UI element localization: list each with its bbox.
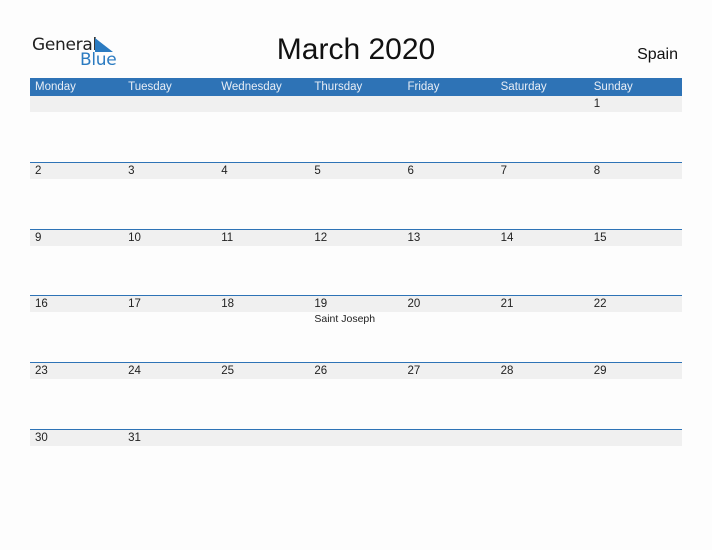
day-cell: 3 [123,163,216,223]
day-cell: 23 [30,363,123,423]
day-cell [403,96,496,156]
weekday-monday: Monday [35,81,76,93]
day-cell: 30 [30,430,123,490]
day-number: 4 [221,165,228,177]
day-cell: 11 [216,230,309,290]
day-cell [589,430,682,490]
day-cell [496,96,589,156]
day-number: 30 [35,432,48,444]
day-cell: 14 [496,230,589,290]
day-cell [496,430,589,490]
day-cell: 26 [309,363,402,423]
day-cell: 1 [589,96,682,156]
weekday-saturday: Saturday [500,81,547,93]
day-cell: 29 [589,363,682,423]
day-number: 13 [407,232,421,244]
weekday-friday: Friday [407,81,440,93]
day-cell: 5 [309,163,402,223]
day-cell: 20 [403,296,496,356]
day-cell: 9 [30,230,123,290]
day-number: 18 [221,298,235,310]
day-cell [216,96,309,156]
day-cell [123,96,216,156]
day-number: 2 [35,165,42,177]
day-number: 25 [221,365,235,377]
day-number: 27 [407,365,421,377]
weekday-tuesday: Tuesday [128,81,172,93]
day-cell: 22 [589,296,682,356]
day-number: 20 [407,298,421,310]
day-cell: 7 [496,163,589,223]
day-cell [216,430,309,490]
day-cell: 19 Saint Joseph [309,296,402,356]
day-number: 22 [593,298,607,310]
week-row: 23 24 25 26 27 28 29 [30,362,682,430]
day-cell: 27 [403,363,496,423]
day-cell: 16 [30,296,123,356]
day-cell [30,96,123,156]
holiday-label: Saint Joseph [314,313,376,325]
day-cell: 4 [216,163,309,223]
day-number: 6 [407,165,414,177]
day-cell: 10 [123,230,216,290]
day-number: 7 [500,165,508,177]
day-cell [403,430,496,490]
day-number: 3 [128,165,135,177]
day-number: 24 [128,365,141,377]
day-number: 11 [221,232,234,244]
week-row: 2 3 4 5 6 7 8 [30,162,682,230]
day-number: 31 [128,432,141,444]
weekday-header: Monday Tuesday Wednesday Thursday Friday… [30,78,682,96]
day-cell: 13 [403,230,496,290]
day-number: 15 [593,232,607,244]
calendar-title: March 2020 [276,33,436,66]
day-number: 14 [500,232,514,244]
day-cell: 24 [123,363,216,423]
country-label: Spain [637,46,678,63]
day-number: 17 [128,298,141,310]
day-number: 19 [314,298,328,310]
day-cell: 18 [216,296,309,356]
weekday-wednesday: Wednesday [221,81,282,93]
day-cell [309,430,402,490]
day-cell [309,96,402,156]
day-number: 26 [314,365,328,377]
week-row: 1 [30,96,682,163]
day-cell: 15 [589,230,682,290]
day-number: 23 [35,365,48,377]
week-row: 16 17 18 19 Saint Joseph 20 21 22 [30,295,682,363]
day-number: 8 [593,165,601,177]
day-number: 16 [35,298,48,310]
day-cell: 21 [496,296,589,356]
day-number: 12 [314,232,328,244]
day-cell: 6 [403,163,496,223]
day-number: 5 [314,165,321,177]
week-row: 30 31 [30,429,682,497]
week-row: 9 10 11 12 13 14 15 [30,229,682,297]
day-cell: 28 [496,363,589,423]
day-cell: 25 [216,363,309,423]
day-cell: 31 [123,430,216,490]
day-number: 1 [593,98,601,110]
day-number: 21 [500,298,514,310]
weekday-thursday: Thursday [314,81,363,93]
day-cell: 8 [589,163,682,223]
day-cell: 12 [309,230,402,290]
day-number: 28 [500,365,514,377]
day-number: 9 [35,232,42,244]
day-cell: 17 [123,296,216,356]
day-cell: 2 [30,163,123,223]
weekday-sunday: Sunday [593,81,633,93]
day-number: 29 [593,365,607,377]
day-number: 10 [128,232,141,244]
